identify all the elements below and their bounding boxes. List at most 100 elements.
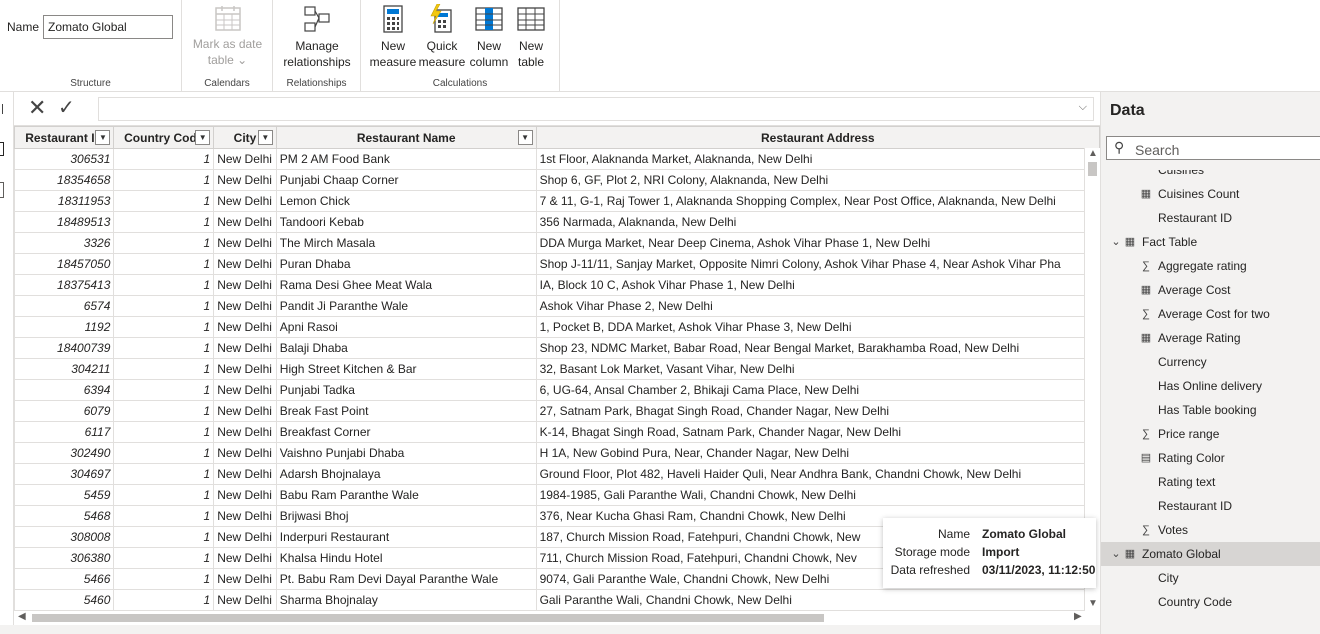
table-row[interactable]: 1192 1 New Delhi Apni Rasoi 1, Pocket B, DDA…	[14, 316, 1100, 338]
column-header[interactable]: Restaurant Address	[535, 126, 1100, 149]
table-row[interactable]: 3326 1 New Delhi The Mirch Masala DDA Murga …	[14, 232, 1100, 254]
table-cell[interactable]: 32, Basant Lok Market, Vasant Vihar, New…	[535, 358, 1100, 380]
table-cell[interactable]: New Delhi	[213, 148, 277, 170]
table-row[interactable]: 6394 1 New Delhi Punjabi Tadka 6, UG-64, Ans…	[14, 379, 1100, 401]
filter-dropdown-icon[interactable]: ▼	[95, 130, 111, 145]
table-cell[interactable]: Pt. Babu Ram Devi Dayal Paranthe Wale	[275, 568, 537, 590]
table-row[interactable]: 304211 1 New Delhi High Street Kitchen & Ba…	[14, 358, 1100, 380]
table-cell[interactable]: DDA Murga Market, Near Deep Cinema, Asho…	[535, 232, 1100, 254]
field-item[interactable]: ∑ Average Cost for two	[1101, 302, 1320, 326]
vertical-scroll-thumb[interactable]	[1088, 162, 1097, 176]
table-cell[interactable]: 304211	[14, 358, 115, 380]
table-cell[interactable]: 1	[113, 526, 215, 548]
table-row[interactable]: 304697 1 New Delhi Adarsh Bhojnalaya Ground …	[14, 463, 1100, 485]
table-cell[interactable]: New Delhi	[213, 211, 277, 233]
table-cell[interactable]: 1	[113, 274, 215, 296]
field-table-node[interactable]: ⌄ ▦ Zomato Global	[1101, 542, 1320, 566]
table-row[interactable]: 18489513 1 New Delhi Tandoori Kebab 356 Narm…	[14, 211, 1100, 233]
column-header[interactable]: City ▼	[213, 126, 277, 149]
table-cell[interactable]: 18311953	[14, 190, 115, 212]
table-cell[interactable]: New Delhi	[213, 274, 277, 296]
table-cell[interactable]: 1, Pocket B, DDA Market, Ashok Vihar Pha…	[535, 316, 1100, 338]
table-row[interactable]: 6117 1 New Delhi Breakfast Corner K-14, Bhag…	[14, 421, 1100, 443]
table-cell[interactable]: 18354658	[14, 169, 115, 191]
table-cell[interactable]: New Delhi	[213, 463, 277, 485]
table-row[interactable]: 6079 1 New Delhi Break Fast Point 27, Satnam…	[14, 400, 1100, 422]
table-cell[interactable]: 18400739	[14, 337, 115, 359]
table-row[interactable]: 5459 1 New Delhi Babu Ram Paranthe Wale 1984…	[14, 484, 1100, 506]
table-row[interactable]: 18375413 1 New Delhi Rama Desi Ghee Meat Wa…	[14, 274, 1100, 296]
table-cell[interactable]: 356 Narmada, Alaknanda, New Delhi	[535, 211, 1100, 233]
table-cell[interactable]: New Delhi	[213, 337, 277, 359]
table-cell[interactable]: 6079	[14, 400, 115, 422]
field-item[interactable]: Restaurant ID	[1101, 206, 1320, 230]
table-cell[interactable]: Balaji Dhaba	[275, 337, 537, 359]
table-cell[interactable]: 1	[113, 316, 215, 338]
table-cell[interactable]: Khalsa Hindu Hotel	[275, 547, 537, 569]
field-item[interactable]: Restaurant ID	[1101, 494, 1320, 518]
quick-measure-button[interactable]: Quick measure	[418, 4, 466, 70]
table-cell[interactable]: 1	[113, 589, 215, 611]
table-cell[interactable]: Vaishno Punjabi Dhaba	[275, 442, 537, 464]
table-cell[interactable]: 1	[113, 442, 215, 464]
table-cell[interactable]: 1	[113, 379, 215, 401]
scroll-up-icon[interactable]: ▲	[1088, 148, 1098, 159]
new-measure-button[interactable]: New measure	[369, 4, 417, 70]
manage-relationships-button[interactable]: Manage relationships	[277, 4, 357, 70]
table-cell[interactable]: New Delhi	[213, 253, 277, 275]
table-cell[interactable]: Puran Dhaba	[275, 253, 537, 275]
chevron-down-icon[interactable]: ⌄	[1109, 547, 1123, 561]
table-cell[interactable]: New Delhi	[213, 526, 277, 548]
table-row[interactable]: 5460 1 New Delhi Sharma Bhojnalay Gali Paran…	[14, 589, 1100, 611]
table-cell[interactable]: 5459	[14, 484, 115, 506]
table-cell[interactable]: 1	[113, 463, 215, 485]
table-cell[interactable]: New Delhi	[213, 484, 277, 506]
field-item[interactable]: ∑ Price range	[1101, 422, 1320, 446]
table-row[interactable]: 18457050 1 New Delhi Puran Dhaba Shop J-11/1…	[14, 253, 1100, 275]
table-cell[interactable]: New Delhi	[213, 232, 277, 254]
table-cell[interactable]: Punjabi Tadka	[275, 379, 537, 401]
table-cell[interactable]: High Street Kitchen & Bar	[275, 358, 537, 380]
table-cell[interactable]: Ground Floor, Plot 482, Haveli Haider Qu…	[535, 463, 1100, 485]
table-cell[interactable]: 1	[113, 295, 215, 317]
column-header[interactable]: Restaurant ID ▼	[14, 126, 115, 149]
table-cell[interactable]: Break Fast Point	[275, 400, 537, 422]
field-item[interactable]: ▤ Rating Color	[1101, 446, 1320, 470]
table-cell[interactable]: 1	[113, 547, 215, 569]
field-item[interactable]: ∑ Aggregate rating	[1101, 254, 1320, 278]
table-view-icon[interactable]	[0, 142, 4, 156]
horizontal-scrollbar[interactable]: ◀ ▶	[14, 611, 1100, 625]
field-item[interactable]: ▦ Average Rating	[1101, 326, 1320, 350]
field-item[interactable]: Cuisines	[1101, 170, 1320, 182]
table-cell[interactable]: Tandoori Kebab	[275, 211, 537, 233]
table-cell[interactable]: 3326	[14, 232, 115, 254]
table-cell[interactable]: New Delhi	[213, 169, 277, 191]
table-cell[interactable]: 1192	[14, 316, 115, 338]
table-cell[interactable]: IA, Block 10 C, Ashok Vihar Phase 1, New…	[535, 274, 1100, 296]
table-cell[interactable]: 18375413	[14, 274, 115, 296]
table-cell[interactable]: Adarsh Bhojnalaya	[275, 463, 537, 485]
table-cell[interactable]: 1	[113, 568, 215, 590]
table-cell[interactable]: Breakfast Corner	[275, 421, 537, 443]
table-cell[interactable]: New Delhi	[213, 547, 277, 569]
table-cell[interactable]: 5466	[14, 568, 115, 590]
table-cell[interactable]: 1	[113, 253, 215, 275]
table-cell[interactable]: Punjabi Chaap Corner	[275, 169, 537, 191]
table-cell[interactable]: The Mirch Masala	[275, 232, 537, 254]
filter-dropdown-icon[interactable]: ▼	[257, 130, 273, 145]
table-cell[interactable]: 1	[113, 421, 215, 443]
table-row[interactable]: 18354658 1 New Delhi Punjabi Chaap Corner Sh…	[14, 169, 1100, 191]
horizontal-scroll-thumb[interactable]	[32, 614, 824, 622]
table-cell[interactable]: 1	[113, 169, 215, 191]
field-item[interactable]: Has Online delivery	[1101, 374, 1320, 398]
table-cell[interactable]: 6394	[14, 379, 115, 401]
mark-as-date-table-button[interactable]: Mark as date table ⌄	[190, 4, 265, 68]
field-table-node[interactable]: ⌄ ▦ Fact Table	[1101, 230, 1320, 254]
table-cell[interactable]: 1	[113, 211, 215, 233]
table-cell[interactable]: 1	[113, 505, 215, 527]
scroll-right-icon[interactable]: ▶	[1074, 611, 1082, 622]
table-cell[interactable]: 18457050	[14, 253, 115, 275]
table-cell[interactable]: Shop J-11/11, Sanjay Market, Opposite Ni…	[535, 253, 1100, 275]
table-cell[interactable]: 5468	[14, 505, 115, 527]
table-cell[interactable]: New Delhi	[213, 358, 277, 380]
